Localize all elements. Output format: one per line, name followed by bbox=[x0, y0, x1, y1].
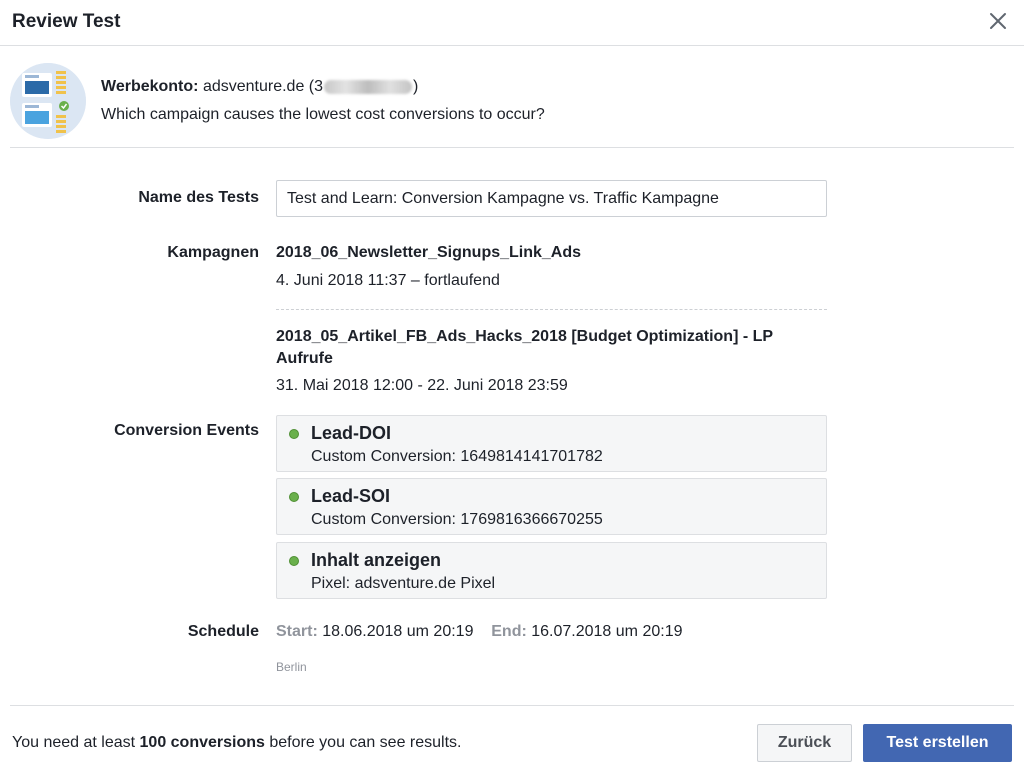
dialog-header: Review Test bbox=[0, 0, 1024, 46]
footer-text-before: You need at least bbox=[12, 734, 140, 751]
test-name-field[interactable]: Test and Learn: Conversion Kampagne vs. … bbox=[276, 180, 827, 217]
event-name: Lead-SOI bbox=[311, 486, 391, 506]
footer-divider bbox=[10, 705, 1014, 706]
ad-account-avatar-icon bbox=[10, 63, 86, 139]
footer-text-after: before you can see results. bbox=[264, 734, 462, 751]
schedule-timezone: Berlin bbox=[276, 660, 307, 674]
close-icon[interactable] bbox=[988, 11, 1008, 31]
event-detail: Pixel: adsventure.de Pixel bbox=[311, 575, 496, 592]
campaign-divider bbox=[276, 309, 827, 310]
status-dot-icon bbox=[289, 492, 299, 502]
account-id-open: (3 bbox=[308, 78, 324, 95]
create-test-button[interactable]: Test erstellen bbox=[863, 724, 1012, 762]
schedule-start-value: 18.06.2018 um 20:19 bbox=[322, 623, 474, 640]
status-dot-icon bbox=[289, 429, 299, 439]
account-line: Werbekonto: adsventure.de (3) bbox=[101, 78, 418, 96]
dialog-title: Review Test bbox=[12, 11, 121, 32]
campaign-2-dates: 31. Mai 2018 12:00 - 22. Juni 2018 23:59 bbox=[276, 377, 568, 394]
account-name: adsventure.de bbox=[202, 78, 305, 95]
schedule-label: Schedule bbox=[187, 623, 259, 640]
footer-message: You need at least 100 conversions before… bbox=[12, 734, 461, 752]
campaign-1-name: 2018_06_Newsletter_Signups_Link_Ads bbox=[276, 244, 582, 261]
campaigns-label: Kampagnen bbox=[167, 244, 259, 261]
event-name: Lead-DOI bbox=[311, 423, 392, 443]
footer-text-bold: 100 conversions bbox=[139, 734, 265, 751]
campaign-2-name: 2018_05_Artikel_FB_Ads_Hacks_2018 [Budge… bbox=[276, 328, 773, 367]
account-id-close: ) bbox=[413, 78, 419, 95]
campaign-1-dates: 4. Juni 2018 11:37 – fortlaufend bbox=[276, 272, 500, 289]
event-name: Inhalt anzeigen bbox=[311, 550, 442, 570]
schedule-start-label: Start: bbox=[276, 623, 318, 640]
redacted-account-id bbox=[324, 79, 413, 94]
event-card-lead-soi: Lead-SOI Custom Conversion: 176981636667… bbox=[276, 478, 827, 535]
test-question: Which campaign causes the lowest cost co… bbox=[101, 106, 545, 123]
event-card-inhalt-anzeigen: Inhalt anzeigen Pixel: adsventure.de Pix… bbox=[276, 542, 827, 599]
account-summary: Werbekonto: adsventure.de (3) Which camp… bbox=[10, 60, 1014, 148]
schedule-end-label: End: bbox=[491, 623, 527, 640]
status-dot-icon bbox=[289, 556, 299, 566]
event-card-lead-doi: Lead-DOI Custom Conversion: 164981414170… bbox=[276, 415, 827, 472]
schedule-end-value: 16.07.2018 um 20:19 bbox=[531, 623, 683, 640]
event-detail: Custom Conversion: 1769816366670255 bbox=[311, 511, 603, 528]
account-label: Werbekonto: bbox=[101, 78, 199, 95]
schedule-range: Start: 18.06.2018 um 20:19 End: 16.07.20… bbox=[276, 623, 682, 641]
conversion-events-label: Conversion Events bbox=[114, 422, 259, 439]
back-button[interactable]: Zurück bbox=[757, 724, 852, 762]
test-name-label: Name des Tests bbox=[138, 189, 259, 206]
event-detail: Custom Conversion: 1649814141701782 bbox=[311, 448, 603, 465]
